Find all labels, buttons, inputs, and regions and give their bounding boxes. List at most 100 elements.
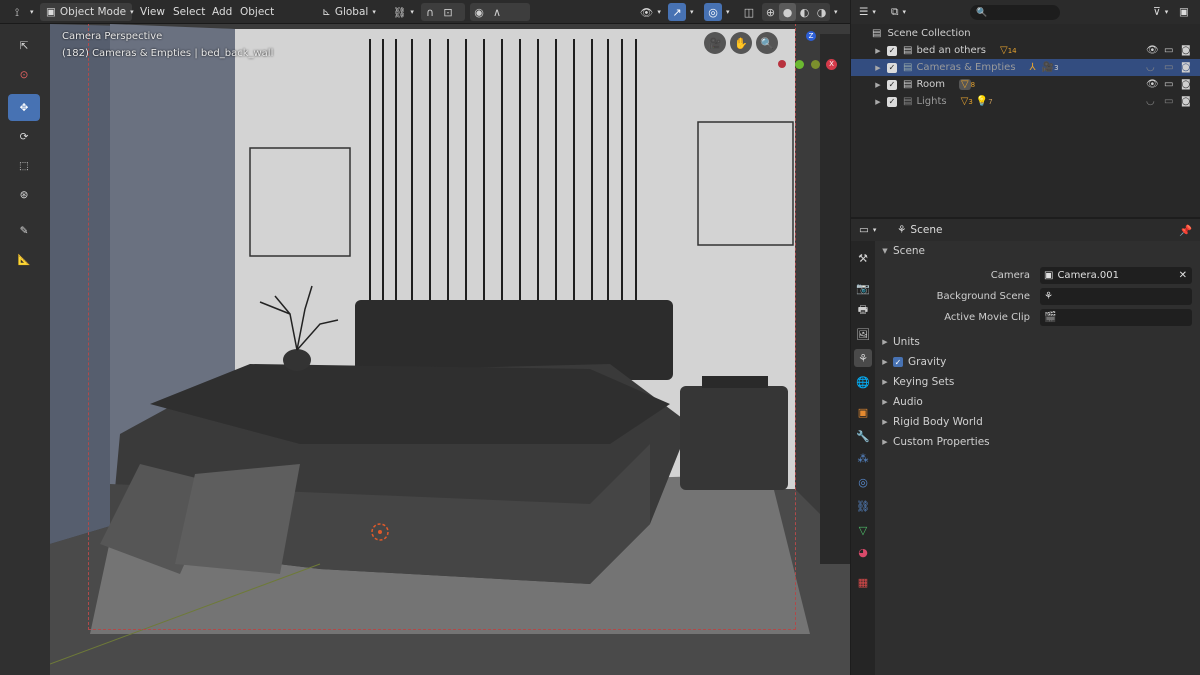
shading-options-dropdown[interactable]: ▾ xyxy=(834,3,838,21)
proportional-edit-icon[interactable]: ◉ xyxy=(470,3,488,21)
tab-scene[interactable]: ⚘ xyxy=(854,349,872,367)
tab-tool[interactable]: ⚒ xyxy=(854,249,872,267)
axis-z[interactable]: Z xyxy=(806,31,816,41)
pan-button[interactable]: ✋ xyxy=(730,32,752,54)
menu-select[interactable]: Select xyxy=(173,3,205,21)
annotate-tool[interactable]: ✎ xyxy=(8,217,40,244)
render-camera-icon[interactable]: ◙ xyxy=(1181,96,1191,107)
rotate-tool[interactable]: ⟳ xyxy=(8,123,40,150)
visibility-dropdown[interactable]: 👁 ▾ xyxy=(640,3,661,21)
outliner-row[interactable]: ▶ ✓ ▤ Lights ▽ 3 💡 7 ◡ ▭ ◙ xyxy=(851,93,1200,110)
monitor-icon[interactable]: ▭ xyxy=(1164,79,1173,90)
tab-modifiers[interactable]: 🔧 xyxy=(854,427,872,445)
snap-target-icon[interactable]: ⊡ xyxy=(439,3,457,21)
pin-button[interactable]: 📌 xyxy=(1179,221,1192,239)
render-camera-icon[interactable]: ◙ xyxy=(1181,45,1191,56)
tab-texture[interactable]: ▦ xyxy=(854,573,872,591)
eye-closed-icon[interactable]: ◡ xyxy=(1146,62,1155,73)
eye-closed-icon[interactable]: ◡ xyxy=(1146,96,1155,107)
gizmo-dropdown[interactable]: ↗ ▾ xyxy=(668,3,694,21)
menu-view[interactable]: View xyxy=(140,3,165,21)
monitor-icon[interactable]: ▭ xyxy=(1164,62,1173,73)
filter-dropdown[interactable]: ⊽ ▾ xyxy=(1153,3,1168,21)
outliner-row[interactable]: ▶ ✓ ▤ bed an others ▽ 14 👁 ▭ ◙ xyxy=(851,42,1200,59)
overlay-dropdown[interactable]: ◎ ▾ xyxy=(704,3,730,21)
expand-icon[interactable]: ▶ xyxy=(872,81,884,89)
snap-icon[interactable]: ∩ xyxy=(421,3,439,21)
display-mode-dropdown[interactable]: ⧉ ▾ xyxy=(891,3,906,21)
outliner-search[interactable]: 🔍 xyxy=(970,5,1060,20)
scene-collection-row[interactable]: ▤ Scene Collection xyxy=(851,25,1200,42)
editor-type-button[interactable]: ⟟ ▾ xyxy=(8,3,34,21)
background-scene-field[interactable]: ⚘ xyxy=(1040,288,1192,305)
gravity-checkbox[interactable]: ✓ xyxy=(893,357,903,367)
menu-object[interactable]: Object xyxy=(240,3,274,21)
render-camera-icon[interactable]: ◙ xyxy=(1181,62,1191,73)
cursor-tool[interactable]: ⊙ xyxy=(8,61,40,88)
mode-dropdown[interactable]: ▣ Object Mode ▾ xyxy=(40,3,134,21)
tab-view-layer[interactable]: 🖼 xyxy=(854,325,872,343)
panel-keying-sets[interactable]: ▶ Keying Sets xyxy=(875,372,1200,392)
panel-audio[interactable]: ▶ Audio xyxy=(875,392,1200,412)
panel-title: Audio xyxy=(893,396,923,408)
tab-material[interactable]: ◕ xyxy=(854,543,872,561)
outliner-editor-type[interactable]: ☰ ▾ xyxy=(859,3,876,21)
tab-world[interactable]: 🌐 xyxy=(854,373,872,391)
monitor-icon[interactable]: ▭ xyxy=(1164,96,1173,107)
tab-output[interactable]: 🖶 xyxy=(854,301,872,319)
panel-rigid-body-world[interactable]: ▶ Rigid Body World xyxy=(875,412,1200,432)
panel-custom-properties[interactable]: ▶ Custom Properties xyxy=(875,432,1200,452)
menu-add[interactable]: Add xyxy=(212,3,232,21)
scale-tool[interactable]: ⬚ xyxy=(8,152,40,179)
3d-viewport[interactable]: Camera Perspective (182) Cameras & Empti… xyxy=(50,24,850,675)
select-cursor-icon: ⇱ xyxy=(19,39,29,52)
tab-particles[interactable]: ⁂ xyxy=(854,449,872,467)
eye-icon[interactable]: 👁 xyxy=(1146,45,1159,56)
exclude-checkbox[interactable]: ✓ xyxy=(887,79,897,90)
tab-physics[interactable]: ◎ xyxy=(854,473,872,491)
camera-field[interactable]: ▣ Camera.001 ✕ xyxy=(1040,267,1192,284)
properties-editor-type[interactable]: ▭ ▾ xyxy=(859,221,876,239)
expand-icon[interactable]: ▶ xyxy=(872,47,884,55)
exclude-checkbox[interactable]: ✓ xyxy=(887,62,897,73)
outliner-row[interactable]: ▶ ✓ ▤ Cameras & Empties ⅄ 🎥 3 ◡ ▭ ◙ xyxy=(851,59,1200,76)
tab-object[interactable]: ▣ xyxy=(854,403,872,421)
select-tool[interactable]: ⇱ xyxy=(8,32,40,59)
measure-tool[interactable]: 📐 xyxy=(8,246,40,273)
panel-scene-header[interactable]: ▼ Scene xyxy=(875,241,1200,261)
clear-icon[interactable]: ✕ xyxy=(1179,270,1187,281)
rendered-shading-icon[interactable]: ◑ xyxy=(813,3,830,21)
solid-shading-icon[interactable]: ● xyxy=(779,3,796,21)
camera-view-button[interactable]: 🎥 xyxy=(704,32,726,54)
move-tool[interactable]: ✥ xyxy=(8,94,40,121)
orientation-dropdown[interactable]: ⊾ Global ▾ xyxy=(322,3,376,21)
axis-neg-x[interactable] xyxy=(778,60,786,68)
zoom-button[interactable]: 🔍 xyxy=(756,32,778,54)
new-collection-button[interactable]: ▣ xyxy=(1179,3,1189,21)
falloff-icon[interactable]: ∧ xyxy=(488,3,506,21)
render-camera-icon[interactable]: ◙ xyxy=(1181,79,1191,90)
movie-clip-field[interactable]: 🎬 xyxy=(1040,309,1192,326)
monitor-icon[interactable]: ▭ xyxy=(1164,45,1173,56)
tab-data[interactable]: ▽ xyxy=(854,521,872,539)
material-shading-icon[interactable]: ◐ xyxy=(796,3,813,21)
pivot-dropdown[interactable]: ⛓ ▾ xyxy=(393,3,414,21)
eye-icon[interactable]: 👁 xyxy=(1146,79,1159,90)
exclude-checkbox[interactable]: ✓ xyxy=(887,96,897,107)
exclude-checkbox[interactable]: ✓ xyxy=(887,45,897,56)
xray-button[interactable]: ◫ xyxy=(740,3,758,21)
axis-y[interactable] xyxy=(795,60,804,69)
tab-render[interactable]: 📷 xyxy=(854,279,872,297)
background-scene-row: Background Scene ⚘ xyxy=(875,286,1200,306)
panel-units[interactable]: ▶ Units xyxy=(875,332,1200,352)
transform-tool[interactable]: ⊛ xyxy=(8,181,40,208)
axis-x[interactable]: X xyxy=(826,59,837,70)
wireframe-shading-icon[interactable]: ⊕ xyxy=(762,3,779,21)
expand-icon[interactable]: ▶ xyxy=(872,64,884,72)
expand-icon[interactable]: ▶ xyxy=(872,98,884,106)
tab-constraints[interactable]: ⛓ xyxy=(854,497,872,515)
axis-neg-y[interactable] xyxy=(811,60,820,69)
panel-gravity[interactable]: ▶ ✓ Gravity xyxy=(875,352,1200,372)
outliner-row[interactable]: ▶ ✓ ▤ Room ▽ 8 👁 ▭ ◙ xyxy=(851,76,1200,93)
navigation-gizmo[interactable]: Z X xyxy=(776,29,842,95)
